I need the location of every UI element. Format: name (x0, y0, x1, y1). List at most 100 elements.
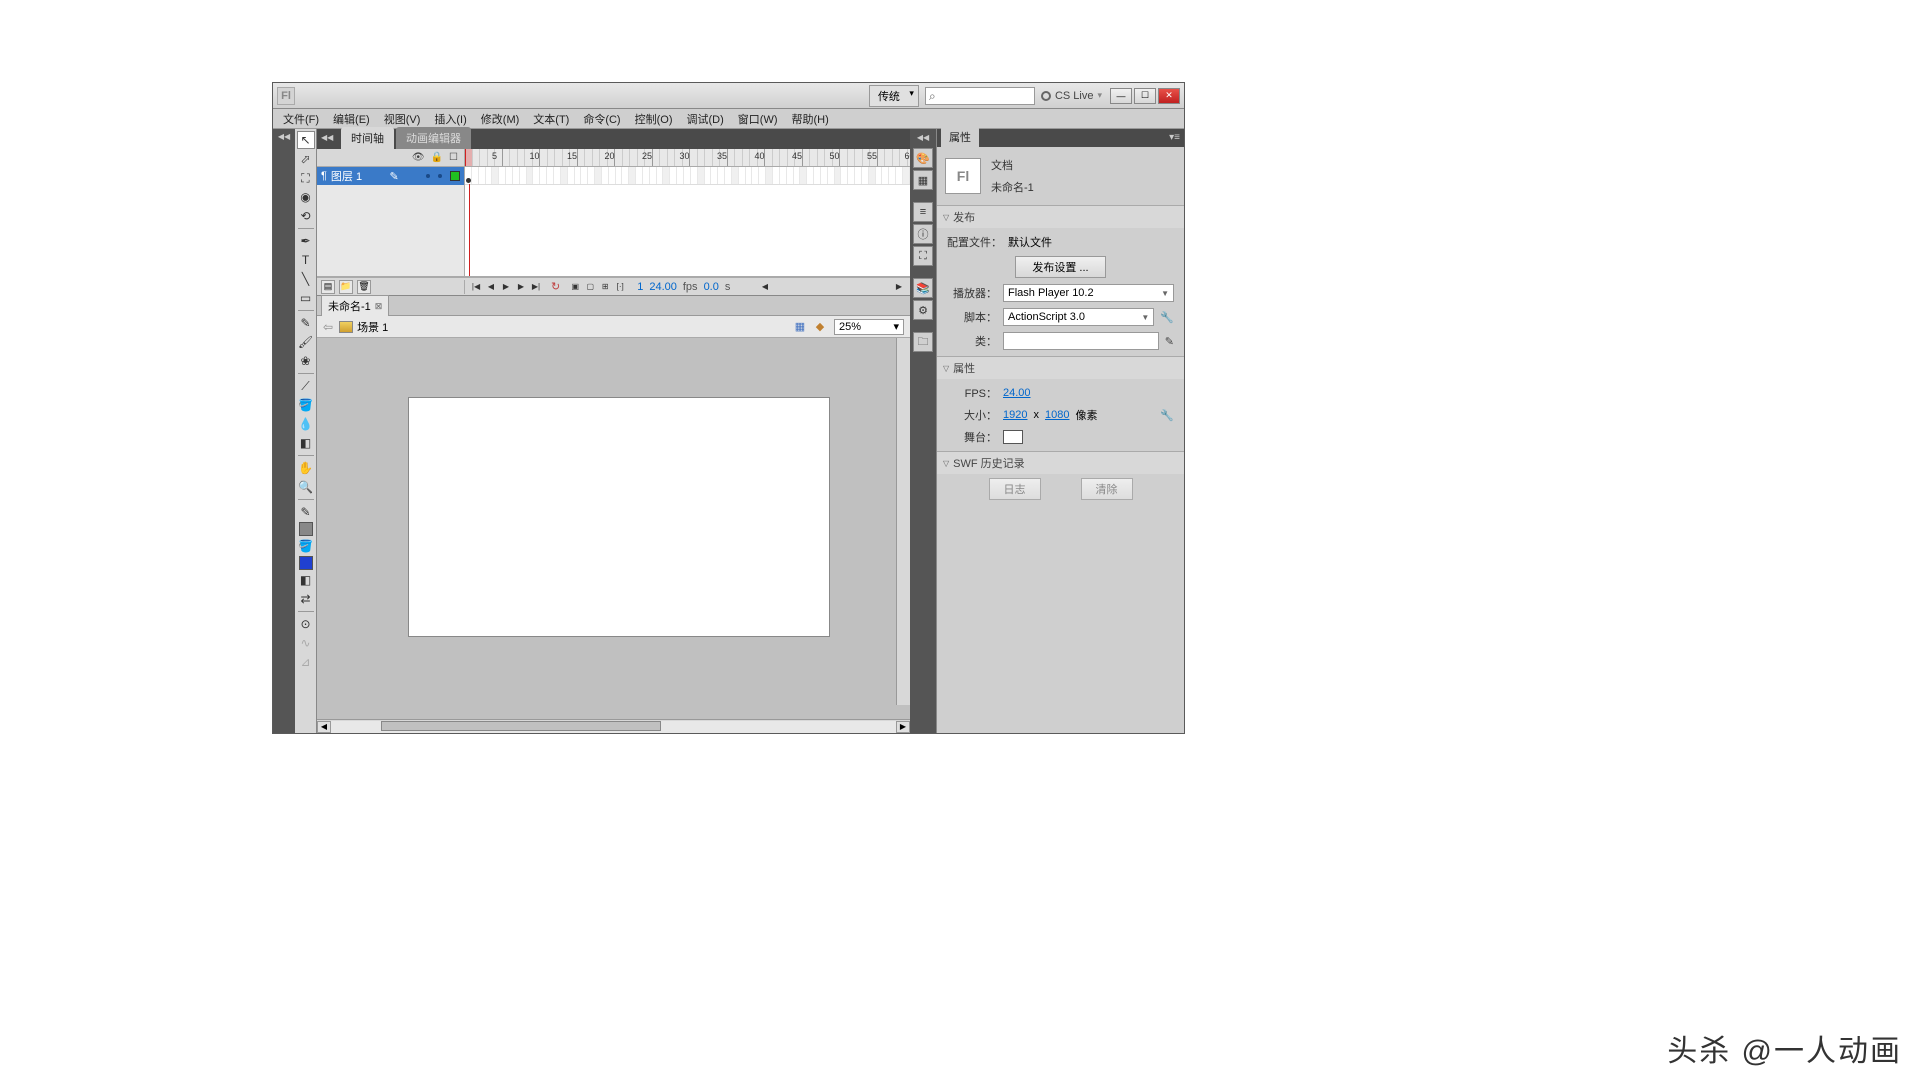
eyedropper-tool-icon[interactable]: 💧 (297, 415, 315, 433)
lasso-tool-icon[interactable]: ⟲ (297, 207, 315, 225)
close-button[interactable]: ✕ (1158, 88, 1180, 104)
script-dropdown[interactable]: ActionScript 3.0▼ (1003, 308, 1154, 326)
outline-icon[interactable]: ☐ (449, 152, 458, 163)
stage-area[interactable] (317, 338, 910, 719)
first-frame-button[interactable]: |◀ (469, 280, 483, 294)
lock-icon[interactable]: 🔒 (431, 152, 443, 163)
log-button[interactable]: 日志 (989, 478, 1041, 500)
stroke-swatch[interactable] (299, 522, 313, 536)
menu-modify[interactable]: 修改(M) (475, 109, 526, 129)
pen-tool-icon[interactable]: ✒ (297, 232, 315, 250)
menu-window[interactable]: 窗口(W) (732, 109, 784, 129)
player-dropdown[interactable]: Flash Player 10.2▼ (1003, 284, 1174, 302)
last-frame-button[interactable]: ▶| (529, 280, 543, 294)
play-button[interactable]: ▶ (499, 280, 513, 294)
collapse-icon[interactable]: ◀◀ (277, 131, 291, 142)
info-panel-icon[interactable]: ⓘ (913, 224, 933, 244)
menu-edit[interactable]: 编辑(E) (327, 109, 376, 129)
eraser-tool-icon[interactable]: ◧ (297, 434, 315, 452)
collapse-icon[interactable]: ◀◀ (917, 133, 929, 142)
eye-icon[interactable]: 👁 (412, 152, 425, 163)
minimize-button[interactable]: — (1110, 88, 1132, 104)
tab-motion-editor[interactable]: 动画编辑器 (396, 127, 471, 149)
scroll-right-icon[interactable]: ▶ (896, 721, 910, 733)
maximize-button[interactable]: ☐ (1134, 88, 1156, 104)
fill-swatch[interactable] (299, 556, 313, 570)
section-publish[interactable]: ▽ 发布 (937, 206, 1184, 228)
loop-icon[interactable]: ↻ (547, 280, 564, 293)
horizontal-scrollbar[interactable]: ◀ ▶ (317, 719, 910, 733)
menu-insert[interactable]: 插入(I) (428, 109, 472, 129)
clear-button[interactable]: 清除 (1081, 478, 1133, 500)
frame-grid[interactable] (465, 167, 910, 276)
layer-color-swatch[interactable] (450, 171, 460, 181)
workspace-dropdown[interactable]: 传统 (869, 85, 919, 107)
stage-color-swatch[interactable] (1003, 430, 1023, 444)
next-frame-button[interactable]: ▶ (514, 280, 528, 294)
align-panel-icon[interactable]: ≡ (913, 202, 933, 222)
section-swf-history[interactable]: ▽ SWF 历史记录 (937, 452, 1184, 474)
menu-text[interactable]: 文本(T) (527, 109, 575, 129)
3d-rotation-tool-icon[interactable]: ◉ (297, 188, 315, 206)
text-tool-icon[interactable]: T (297, 251, 315, 269)
library-panel-icon[interactable]: 📚 (913, 278, 933, 298)
brush-tool-icon[interactable]: 🖌 (297, 333, 315, 351)
new-layer-button[interactable]: ▤ (321, 280, 335, 294)
cslive-button[interactable]: CS Live ▾ (1041, 90, 1102, 102)
menu-file[interactable]: 文件(F) (277, 109, 325, 129)
onion-markers-button[interactable]: [·] (613, 280, 627, 294)
paint-bucket-tool-icon[interactable]: 🪣 (297, 396, 315, 414)
close-tab-icon[interactable]: ⊠ (375, 301, 383, 312)
motion-panel-icon[interactable]: ⚙ (913, 300, 933, 320)
vertical-scrollbar[interactable] (896, 338, 910, 705)
prev-frame-button[interactable]: ◀ (484, 280, 498, 294)
black-white-icon[interactable]: ◧ (297, 571, 315, 589)
collapse-icon[interactable]: ◀◀ (321, 133, 333, 142)
timeline-ruler[interactable]: 5101520253035404550556065 (465, 149, 910, 166)
deco-tool-icon[interactable]: ❀ (297, 352, 315, 370)
zoom-tool-icon[interactable]: 🔍 (297, 478, 315, 496)
edit-class-icon[interactable]: ✎ (1165, 335, 1174, 348)
wrench-icon[interactable]: 🔧 (1160, 409, 1174, 422)
swatches-panel-icon[interactable]: ▦ (913, 170, 933, 190)
panel-menu-icon[interactable]: ▾≡ (1169, 132, 1180, 143)
edit-multiple-button[interactable]: ⊞ (598, 280, 612, 294)
layer-row[interactable]: ¶ 图层 1 ✎ (317, 167, 464, 185)
color-panel-icon[interactable]: 🎨 (913, 148, 933, 168)
scroll-thumb[interactable] (381, 721, 661, 731)
back-icon[interactable]: ⇦ (323, 320, 333, 334)
scroll-left-icon[interactable]: ◀ (317, 721, 331, 733)
delete-layer-button[interactable]: 🗑 (357, 280, 371, 294)
selection-tool-icon[interactable]: ↖ (297, 131, 315, 149)
subselection-tool-icon[interactable]: ⬀ (297, 150, 315, 168)
width-value[interactable]: 1920 (1003, 409, 1027, 421)
rectangle-tool-icon[interactable]: ▭ (297, 289, 315, 307)
scroll-left-button[interactable]: ◀ (758, 280, 772, 294)
section-properties[interactable]: ▽ 属性 (937, 357, 1184, 379)
bone-tool-icon[interactable]: ⟋ (297, 377, 315, 395)
project-panel-icon[interactable]: 🗀 (913, 332, 933, 352)
new-folder-button[interactable]: 📁 (339, 280, 353, 294)
transform-panel-icon[interactable]: ⛶ (913, 246, 933, 266)
height-value[interactable]: 1080 (1045, 409, 1069, 421)
snap-tool-icon[interactable]: ⊙ (297, 615, 315, 633)
fps-value[interactable]: 24.00 (1003, 387, 1031, 399)
wrench-icon[interactable]: 🔧 (1160, 311, 1174, 324)
edit-symbol-icon[interactable]: ◆ (812, 320, 828, 334)
menu-help[interactable]: 帮助(H) (786, 109, 835, 129)
swap-colors-icon[interactable]: ⇄ (297, 590, 315, 608)
menu-control[interactable]: 控制(O) (629, 109, 679, 129)
line-tool-icon[interactable]: ╲ (297, 270, 315, 288)
pencil-tool-icon[interactable]: ✎ (297, 314, 315, 332)
class-input[interactable] (1003, 332, 1159, 350)
free-transform-tool-icon[interactable]: ⛶ (297, 169, 315, 187)
document-tab[interactable]: 未命名-1 ⊠ (321, 295, 389, 316)
hand-tool-icon[interactable]: ✋ (297, 459, 315, 477)
properties-tab[interactable]: 属性 (941, 127, 979, 147)
menu-view[interactable]: 视图(V) (378, 109, 427, 129)
fill-color-icon[interactable]: 🪣 (297, 537, 315, 555)
onion-skin-button[interactable]: ▣ (568, 280, 582, 294)
tab-timeline[interactable]: 时间轴 (341, 127, 394, 149)
publish-settings-button[interactable]: 发布设置 ... (1015, 256, 1105, 278)
scroll-right-button[interactable]: ▶ (892, 280, 906, 294)
